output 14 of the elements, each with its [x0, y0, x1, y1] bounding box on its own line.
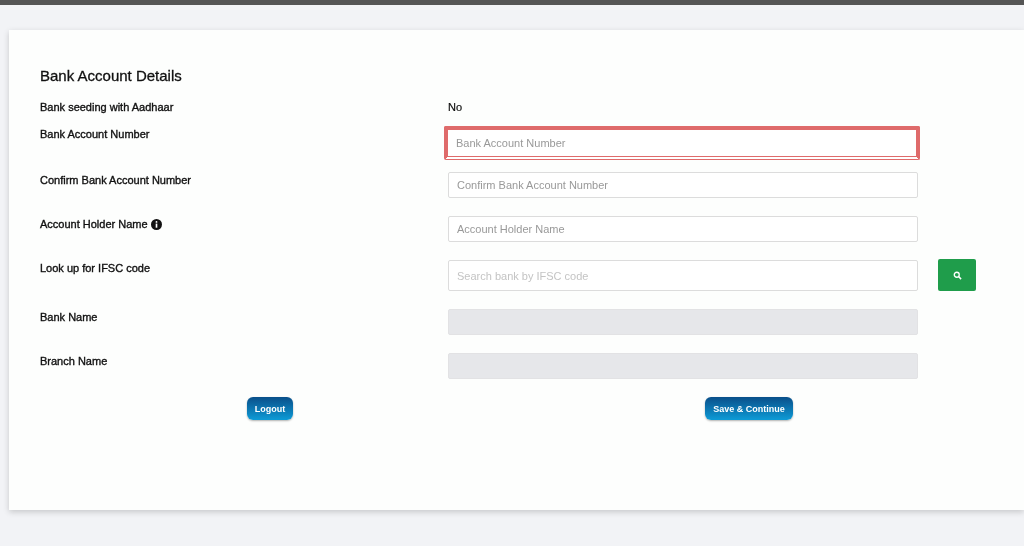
field-label: Account Holder Name: [40, 217, 148, 231]
action-button[interactable]: Logout: [246, 397, 294, 420]
field-label: Bank Name: [40, 310, 98, 324]
field-label: Bank seeding with Aadhaar: [40, 100, 175, 114]
field-label: Bank Account Number: [40, 127, 150, 141]
action-button[interactable]: Save & Continue: [705, 397, 793, 420]
section-title: Bank Account Details: [40, 66, 183, 86]
field-label: Look up for IFSC code: [40, 261, 151, 275]
field-value: No: [448, 100, 463, 114]
field-label: Branch Name: [40, 354, 108, 368]
search-icon: [952, 270, 962, 280]
input-field[interactable]: Bank Account Number: [444, 126, 920, 160]
search-button[interactable]: [938, 259, 976, 291]
field-label: Confirm Bank Account Number: [40, 173, 191, 187]
